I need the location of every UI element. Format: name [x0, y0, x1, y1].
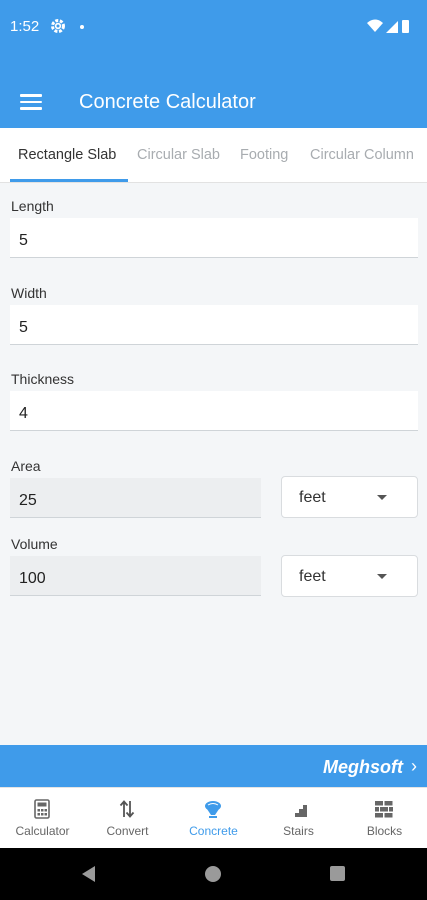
area-output: 25: [10, 478, 261, 518]
nav-concrete[interactable]: Concrete: [171, 788, 256, 849]
status-bar: 1:52: [0, 0, 427, 56]
status-time: 1:52: [10, 18, 40, 35]
calculator-icon: [34, 799, 50, 819]
thickness-label: Thickness: [11, 371, 75, 387]
tab-footing[interactable]: Footing: [240, 147, 288, 163]
thickness-input[interactable]: 4: [10, 391, 418, 431]
home-icon[interactable]: [205, 866, 221, 882]
area-label: Area: [11, 458, 41, 474]
volume-label: Volume: [11, 536, 58, 552]
wifi-icon: [367, 19, 383, 32]
nav-convert[interactable]: Convert: [85, 788, 170, 849]
area-unit-value: feet: [299, 489, 326, 506]
back-icon[interactable]: [82, 866, 95, 882]
nav-blocks[interactable]: Blocks: [342, 788, 427, 849]
meghsoft-banner[interactable]: Meghsoft ›: [0, 745, 427, 787]
nav-stairs[interactable]: Stairs: [256, 788, 341, 849]
stairs-icon: [290, 805, 307, 817]
banner-brand: Meghsoft: [323, 757, 403, 777]
area-unit-select[interactable]: feet: [281, 476, 418, 518]
length-input[interactable]: 5: [10, 218, 418, 258]
volume-output: 100: [10, 556, 261, 596]
signal-icon: [386, 21, 398, 33]
dropdown-arrow-icon: [377, 495, 387, 500]
gear-icon: [51, 19, 65, 33]
volume-unit-value: feet: [299, 568, 326, 585]
chevron-right-icon: ›: [411, 756, 417, 776]
tab-circular-column[interactable]: Circular Column: [310, 147, 414, 163]
battery-icon: [402, 20, 409, 33]
volume-unit-select[interactable]: feet: [281, 555, 418, 597]
app-bar: Concrete Calculator: [0, 56, 427, 128]
recent-apps-icon[interactable]: [330, 866, 345, 881]
bottom-navigation: Calculator Convert Concrete Stairs Block…: [0, 787, 427, 849]
status-icons: [367, 19, 409, 33]
nav-label-convert: Convert: [106, 824, 149, 838]
nav-label-calculator: Calculator: [15, 824, 70, 838]
dropdown-arrow-icon: [377, 574, 387, 579]
tab-circular-slab[interactable]: Circular Slab: [137, 147, 220, 163]
nav-label-blocks: Blocks: [366, 824, 403, 838]
app-title: Concrete Calculator: [79, 91, 256, 113]
blocks-icon: [375, 801, 393, 818]
system-navigation-bar: [0, 848, 427, 900]
tab-bar: Rectangle Slab Circular Slab Footing Cir…: [0, 128, 427, 183]
notification-dot-icon: [80, 25, 84, 29]
convert-arrows-icon: [119, 800, 135, 818]
width-input[interactable]: 5: [10, 305, 418, 345]
length-label: Length: [11, 198, 54, 214]
concrete-mixer-icon: [205, 801, 221, 818]
active-tab-indicator: [10, 179, 128, 182]
nav-calculator[interactable]: Calculator: [0, 788, 85, 849]
nav-label-concrete: Concrete: [189, 824, 238, 838]
tab-rectangle-slab[interactable]: Rectangle Slab: [18, 147, 116, 163]
hamburger-menu-icon[interactable]: [20, 94, 42, 110]
nav-label-stairs: Stairs: [283, 824, 314, 838]
width-label: Width: [11, 285, 47, 301]
